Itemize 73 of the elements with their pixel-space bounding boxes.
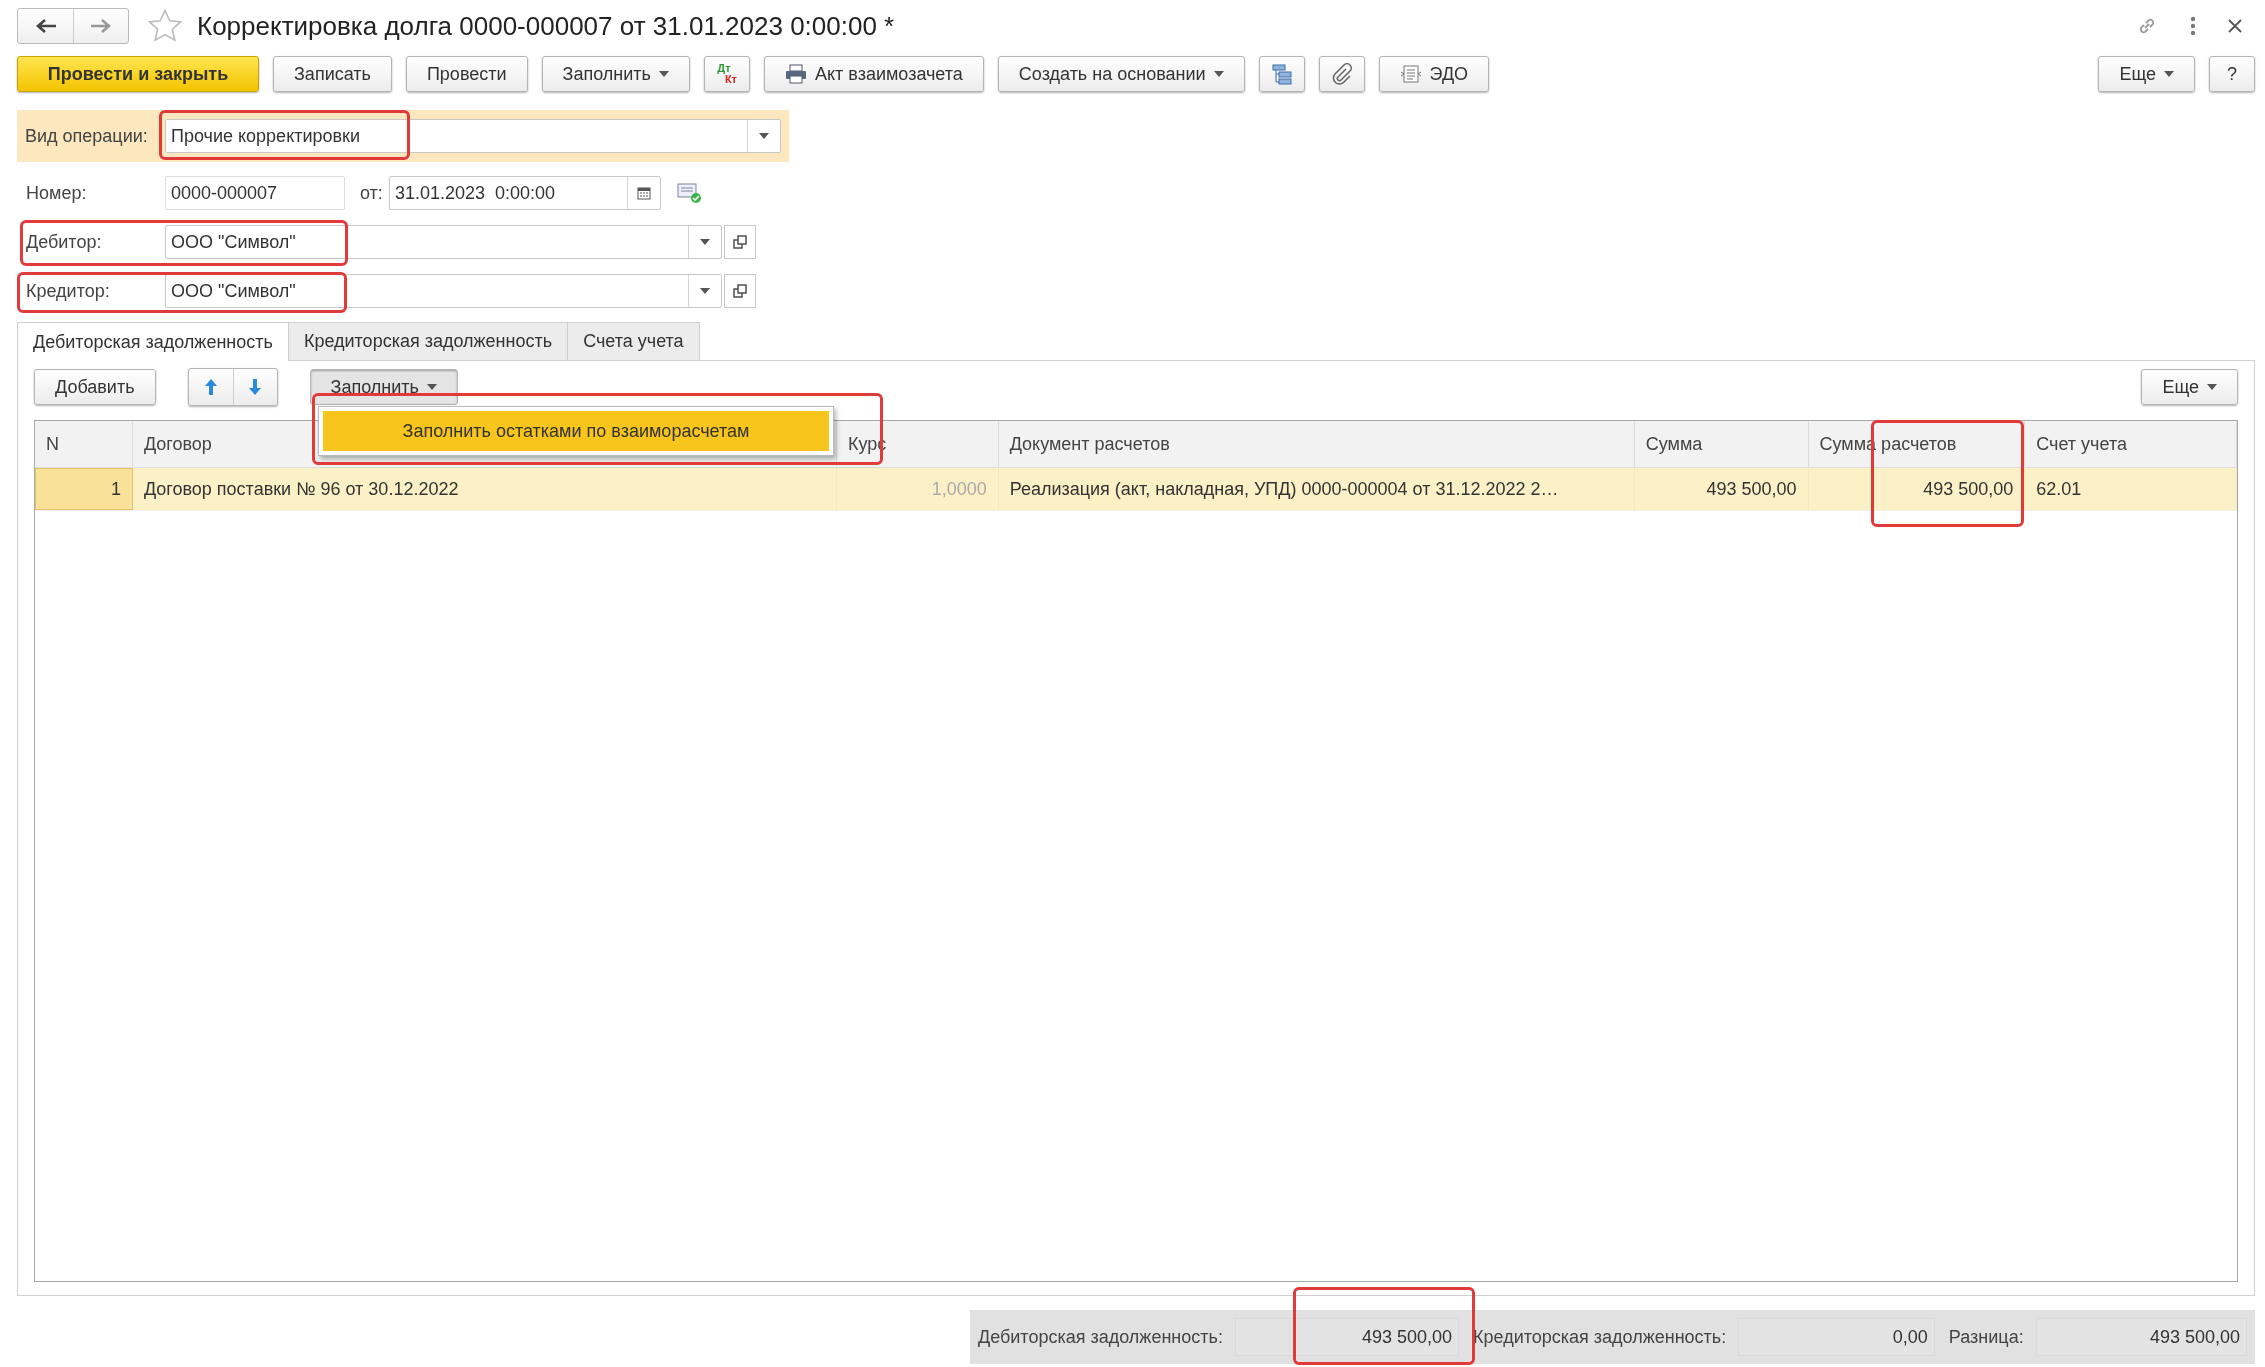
toolbar-button[interactable]: Провести: [405, 56, 528, 92]
tab[interactable]: Счета учета: [567, 322, 700, 360]
caret-icon: [426, 384, 437, 390]
table-cell: 493 500,00: [1808, 468, 2026, 510]
more-button[interactable]: Еще: [2098, 56, 2195, 92]
down-arrow-icon: [248, 378, 263, 396]
post-and-close-button[interactable]: Провести и закрыть: [17, 56, 259, 92]
field-label: Вид операции:: [25, 125, 149, 147]
edo-button[interactable]: ЭДО: [1378, 56, 1490, 92]
dropdown-icon: [700, 239, 710, 245]
column-header[interactable]: Счет учета: [2036, 433, 2127, 455]
table-row[interactable]: 1 Договор поставки № 96 от 30.12.2022 1,0000 Реализация (акт, накладная, УПД) 0000-000004 от 31.12.2022 2… 493 500,00 493 500,00 62.01: [35, 468, 2237, 511]
total-label: Разница:: [1948, 1326, 2024, 1348]
table-cell: 1: [35, 468, 133, 510]
operation-select[interactable]: Прочие корректировки: [165, 119, 781, 153]
table-cell: 1,0000: [836, 468, 999, 510]
dropdown-icon: [759, 133, 769, 139]
open-window-icon: [733, 284, 747, 298]
caret-icon: [658, 71, 669, 77]
total-value: 493 500,00: [2035, 1318, 2247, 1356]
tab[interactable]: Дебиторская задолженность: [17, 322, 289, 361]
star-icon[interactable]: [147, 9, 183, 43]
caret-icon: [1213, 71, 1224, 77]
close-icon[interactable]: [2227, 18, 2243, 34]
column-header[interactable]: N: [46, 433, 59, 455]
total-value: 0,00: [1738, 1318, 1935, 1356]
tab[interactable]: Кредиторская задолженность: [287, 322, 569, 360]
window-title: Корректировка долга 0000-000007 от 31.01.2023 0:00:00 *: [197, 10, 895, 42]
more-icon[interactable]: [2189, 15, 2197, 37]
field-label: Дебитор:: [25, 231, 103, 253]
help-button[interactable]: ?: [2209, 56, 2255, 92]
back-arrow-icon: [34, 18, 57, 34]
column-header[interactable]: Договор: [143, 433, 212, 455]
up-arrow-icon: [203, 378, 218, 396]
menu-item[interactable]: Заполнить остатками по взаиморасчетам: [323, 411, 829, 451]
printer-icon: [784, 64, 807, 84]
structure-button[interactable]: [1258, 56, 1305, 92]
field-label: Номер:: [25, 182, 88, 204]
open-window-icon: [733, 235, 747, 249]
document-check-icon[interactable]: [676, 182, 703, 204]
open-button[interactable]: [724, 225, 756, 259]
table-cell: Реализация (акт, накладная, УПД) 0000-000004 от 31.12.2022 2…: [998, 468, 1635, 510]
add-button[interactable]: Добавить: [34, 369, 156, 405]
field-label: от:: [360, 182, 383, 204]
document-exchange-icon: [1399, 64, 1422, 84]
table-cell: 493 500,00: [1634, 468, 1809, 510]
caret-icon: [2207, 384, 2217, 390]
caret-icon: [2164, 71, 2174, 77]
dropdown-icon: [700, 288, 710, 294]
column-header[interactable]: Документ расчетов: [1009, 433, 1170, 455]
attach-button[interactable]: [1318, 56, 1365, 92]
creditor-select[interactable]: ООО "Символ": [165, 274, 722, 308]
field-label: Кредитор:: [25, 280, 111, 302]
paperclip-icon: [1330, 63, 1353, 85]
dropdown-button[interactable]: Заполнить: [541, 56, 690, 92]
forward-arrow-icon: [90, 18, 112, 34]
date-field[interactable]: 31.01.2023 0:00:00: [388, 176, 661, 210]
open-button[interactable]: [724, 274, 756, 308]
column-header[interactable]: Сумма: [1645, 433, 1703, 455]
hierarchy-icon: [1270, 63, 1293, 85]
toolbar-button[interactable]: Записать: [273, 56, 392, 92]
total-value: 493 500,00: [1234, 1318, 1460, 1356]
total-label: Кредиторская задолженность:: [1473, 1326, 1727, 1348]
total-label: Дебиторская задолженность:: [978, 1326, 1223, 1348]
dt-kt-button[interactable]: Дт Кт: [703, 56, 750, 92]
number-field[interactable]: 0000-000007: [165, 176, 345, 210]
table-cell: 62.01: [2025, 468, 2237, 510]
calendar-icon: [636, 186, 651, 200]
dropdown-button[interactable]: Создать на основании: [997, 56, 1245, 92]
more-button[interactable]: Еще: [2141, 369, 2238, 405]
debtor-select[interactable]: ООО "Символ": [165, 225, 722, 259]
table-cell: Договор поставки № 96 от 30.12.2022: [132, 468, 837, 510]
print-button[interactable]: Акт взаимозачета: [763, 56, 984, 92]
